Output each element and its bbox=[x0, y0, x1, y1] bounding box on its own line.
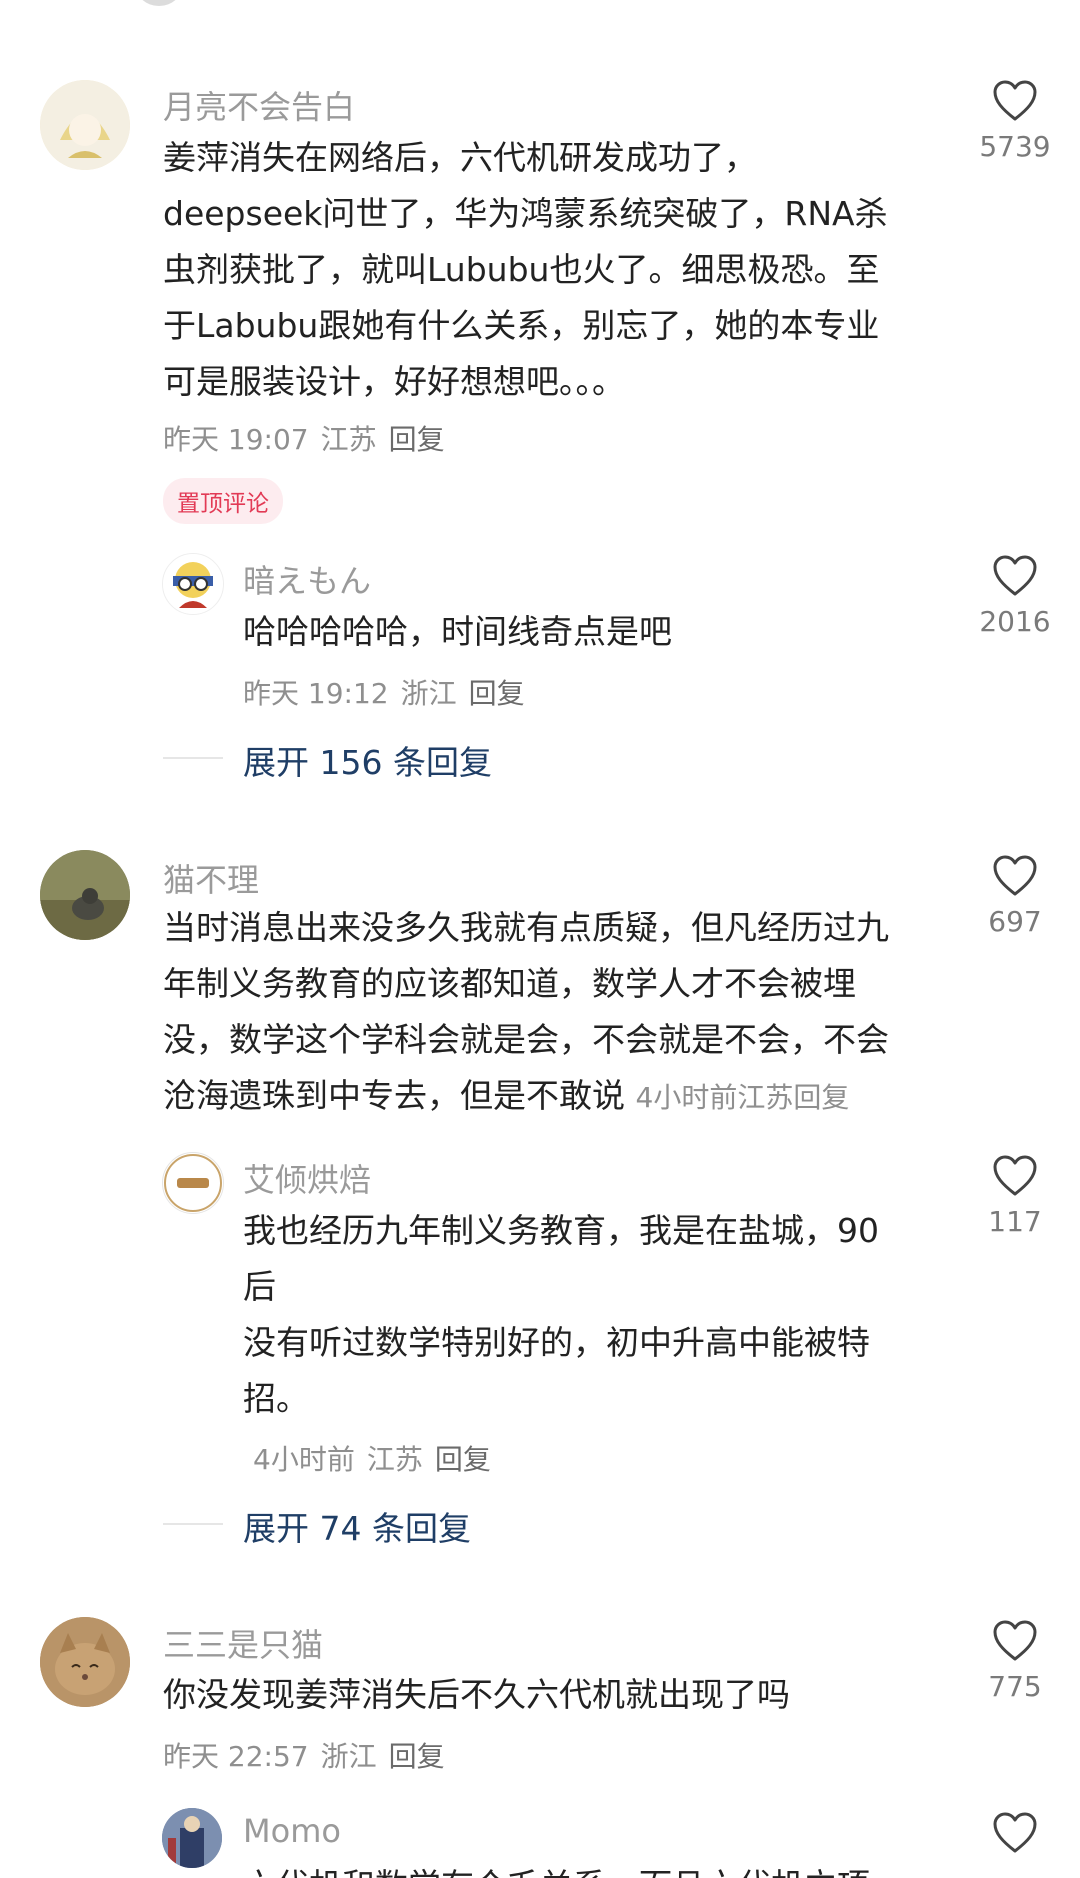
comment-time: 昨天 19:07 bbox=[163, 423, 309, 456]
comment-username[interactable]: 月亮不会告白 bbox=[163, 82, 355, 128]
reply-time: 4小时前 bbox=[253, 1443, 355, 1476]
reply-button[interactable]: 回复 bbox=[435, 1443, 491, 1476]
reply-button[interactable]: 回复 bbox=[469, 677, 525, 710]
like-button[interactable]: 5739 bbox=[960, 80, 1070, 163]
expand-divider bbox=[163, 757, 223, 759]
reply-username[interactable]: 暗えもん bbox=[243, 556, 371, 602]
comment-username[interactable]: 猫不理 bbox=[163, 855, 259, 901]
reply-button[interactable]: 回复 bbox=[793, 1081, 849, 1114]
avatar[interactable] bbox=[40, 1617, 130, 1707]
avatar[interactable] bbox=[40, 850, 130, 940]
heart-outline-icon bbox=[993, 1155, 1037, 1196]
pinned-badge: 置顶评论 bbox=[163, 478, 283, 524]
like-button[interactable] bbox=[960, 1812, 1070, 1854]
reply-meta: 昨天 19:12 浙江 回复 bbox=[243, 672, 525, 712]
comment-time: 4小时前 bbox=[635, 1081, 738, 1114]
comment-time: 昨天 22:57 bbox=[163, 1740, 309, 1773]
like-button[interactable]: 697 bbox=[960, 855, 1070, 938]
reply-avatar[interactable] bbox=[162, 553, 224, 615]
comment-username[interactable]: 三三是只猫 bbox=[163, 1620, 323, 1666]
heart-outline-icon bbox=[993, 555, 1037, 596]
like-count: 117 bbox=[988, 1205, 1042, 1238]
like-button[interactable]: 117 bbox=[960, 1155, 1070, 1238]
reply-text: 哈哈哈哈哈，时间线奇点是吧 bbox=[243, 612, 672, 651]
reply-location: 浙江 bbox=[400, 677, 457, 710]
reply-meta: 4小时前 江苏 回复 bbox=[253, 1438, 491, 1478]
like-count: 5739 bbox=[979, 130, 1051, 163]
comment-location: 浙江 bbox=[320, 1740, 377, 1773]
reply-text: 六代机和数学有个毛关系，而且六代机立项 bbox=[243, 1858, 870, 1878]
comment-meta: 昨天 22:57 浙江 回复 bbox=[163, 1735, 445, 1775]
reply-button[interactable]: 回复 bbox=[389, 423, 445, 456]
like-button[interactable]: 2016 bbox=[960, 555, 1070, 638]
comment-location: 江苏 bbox=[320, 423, 377, 456]
comment-text: 你没发现姜萍消失后不久六代机就出现了吗 bbox=[163, 1675, 790, 1714]
expand-replies-button[interactable]: 展开 156 条回复 bbox=[243, 736, 492, 784]
reply-button[interactable]: 回复 bbox=[389, 1740, 445, 1773]
comment-location: 江苏 bbox=[737, 1081, 794, 1114]
like-count: 775 bbox=[988, 1670, 1042, 1703]
heart-outline-icon bbox=[993, 1620, 1037, 1661]
avatar[interactable] bbox=[40, 80, 130, 170]
reply-location: 江苏 bbox=[366, 1443, 423, 1476]
like-count: 2016 bbox=[979, 605, 1051, 638]
comment-meta: 4小时前江苏回复 bbox=[636, 1081, 850, 1114]
reply-text: 我也经历九年制义务教育，我是在盐城，90 后 没有听过数学特别好的，初中升高中能… bbox=[243, 1211, 879, 1418]
expand-divider bbox=[163, 1523, 223, 1525]
comment-text: 姜萍消失在网络后，六代机研发成功了， deepseek问世了，华为鸿蒙系统突破了… bbox=[163, 138, 888, 401]
reply-username[interactable]: Momo bbox=[243, 1812, 341, 1850]
partial-avatar-top bbox=[135, 0, 183, 6]
heart-outline-icon bbox=[993, 855, 1037, 896]
comment-meta: 昨天 19:07 江苏 回复 bbox=[163, 418, 445, 458]
reply-time: 昨天 19:12 bbox=[243, 677, 389, 710]
like-button[interactable]: 775 bbox=[960, 1620, 1070, 1703]
comment-text: 当时消息出来没多久我就有点质疑，但凡经历过九 年制义务教育的应该都知道，数学人才… bbox=[163, 908, 889, 1115]
reply-avatar[interactable] bbox=[162, 1808, 222, 1868]
reply-avatar[interactable] bbox=[162, 1152, 224, 1214]
expand-replies-button[interactable]: 展开 74 条回复 bbox=[243, 1502, 471, 1550]
like-count: 697 bbox=[988, 905, 1042, 938]
heart-outline-icon bbox=[993, 80, 1037, 121]
heart-outline-icon bbox=[993, 1812, 1037, 1853]
reply-username[interactable]: 艾倾烘焙 bbox=[243, 1155, 371, 1201]
